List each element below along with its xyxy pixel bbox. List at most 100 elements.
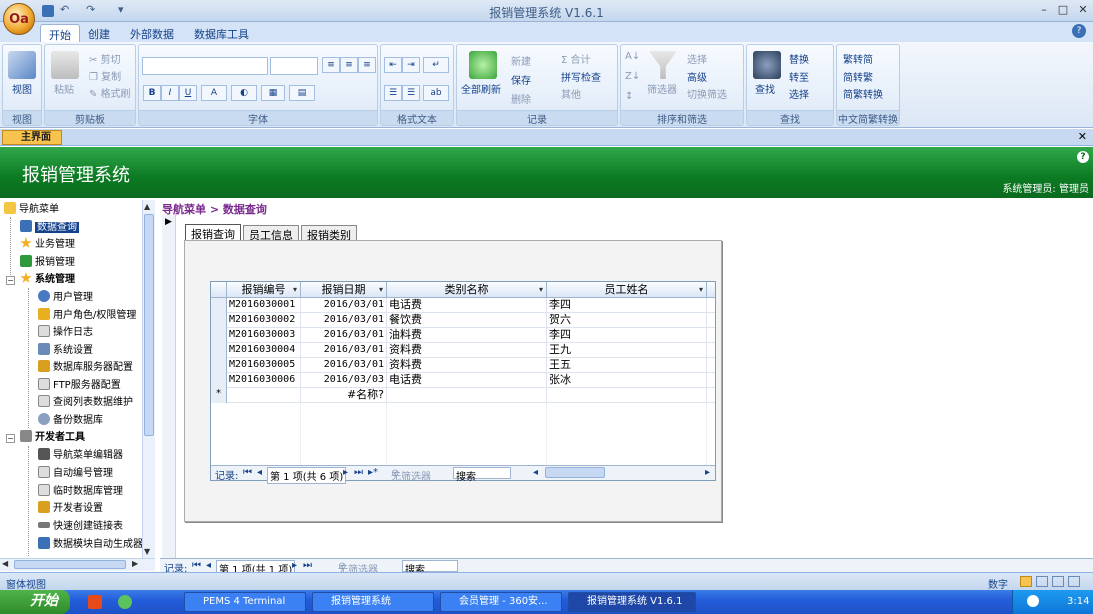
nav-item-lookup-lists[interactable]: 查阅列表数据维护 <box>38 395 133 411</box>
nav-item-db-server[interactable]: 数据库服务器配置 <box>38 360 133 376</box>
cell-id[interactable]: M2016030002 <box>227 313 301 328</box>
grid-search-input[interactable]: 搜索 <box>453 467 511 483</box>
fill-color-button[interactable]: ◐ <box>231 85 257 101</box>
to-traditional-button[interactable]: 简转繁 <box>843 69 873 84</box>
cut-button[interactable]: ✂ 剪切 <box>89 51 121 66</box>
cell-date[interactable]: 2016/03/03 <box>301 373 387 388</box>
outer-search-input[interactable]: 搜索 <box>402 560 458 576</box>
nav-item-users[interactable]: 用户管理 <box>38 290 93 306</box>
first-record-icon[interactable]: ⏮ <box>243 467 252 478</box>
row-selector[interactable] <box>211 373 227 388</box>
align-right-button[interactable]: ≡ <box>358 57 376 73</box>
last-record-icon[interactable]: ⏭ <box>354 467 363 478</box>
cell-category[interactable]: 资料费 <box>387 343 547 358</box>
cell-category[interactable]: 资料费 <box>387 358 547 373</box>
expand-system-icon[interactable]: − <box>6 276 15 285</box>
cell-employee[interactable]: 李四 <box>547 298 707 313</box>
nav-root[interactable]: 导航菜单 <box>4 202 59 218</box>
column-dropdown-icon[interactable]: ▾ <box>379 282 383 297</box>
redo-icon[interactable]: ↷ <box>86 3 95 19</box>
close-document-icon[interactable]: ✕ <box>1078 130 1087 143</box>
indent-increase-button[interactable]: ⇥ <box>402 57 420 73</box>
record-position[interactable]: 第 1 项(共 6 项) <box>267 467 347 484</box>
quicklaunch-360-icon[interactable] <box>118 595 132 609</box>
design-view-icon[interactable] <box>1068 576 1080 587</box>
column-header-date[interactable]: 报销日期 ▾ <box>301 282 387 298</box>
nav-group-devtools[interactable]: 开发者工具 <box>20 430 85 446</box>
cell-employee[interactable]: 王五 <box>547 358 707 373</box>
scroll-left-icon[interactable]: ◀ <box>2 559 8 568</box>
filter-icon[interactable] <box>649 51 677 79</box>
tray-ime-icon[interactable] <box>1027 595 1039 607</box>
nav-hscroll-thumb[interactable] <box>14 560 126 569</box>
cell-id[interactable]: M2016030005 <box>227 358 301 373</box>
outer-last-record-icon[interactable]: ⏭ <box>303 560 312 571</box>
nav-horizontal-scrollbar[interactable]: ◀ ▶ <box>0 558 155 571</box>
nav-scroll-thumb[interactable] <box>144 214 154 436</box>
italic-button[interactable]: I <box>161 85 179 101</box>
bold-button[interactable]: B <box>143 85 161 101</box>
datasheet-grid[interactable]: 报销编号 ▾ 报销日期 ▾ 类别名称 ▾ 员工姓名 ▾ M2016030001 2016… <box>210 281 716 481</box>
hscroll-left-icon[interactable]: ◂ <box>533 467 538 478</box>
cell-employee[interactable]: 贺六 <box>547 313 707 328</box>
layout-view-icon[interactable] <box>1052 576 1064 587</box>
outer-next-record-icon[interactable]: ▸ <box>292 560 297 571</box>
nav-item-business[interactable]: 业务管理 <box>20 237 75 253</box>
goto-button[interactable]: 转至 <box>789 69 809 84</box>
banner-help-icon[interactable]: ? <box>1077 151 1089 163</box>
font-name-combo[interactable] <box>142 57 268 75</box>
column-dropdown-icon[interactable]: ▾ <box>699 282 703 297</box>
rtl-button[interactable]: ↵ <box>423 57 449 73</box>
font-size-combo[interactable] <box>270 57 318 75</box>
cell-id[interactable]: M2016030004 <box>227 343 301 358</box>
nav-item-logs[interactable]: 操作日志 <box>38 325 93 341</box>
font-color-button[interactable]: A <box>201 85 227 101</box>
align-left-button[interactable]: ≡ <box>322 57 340 73</box>
nav-item-temp-db[interactable]: 临时数据库管理 <box>38 484 123 500</box>
next-record-icon[interactable]: ▸ <box>343 467 348 478</box>
sort-desc-icon[interactable]: Z↓ <box>625 71 640 82</box>
more-button[interactable]: 其他 <box>561 86 581 101</box>
column-header-employee[interactable]: 员工姓名 ▾ <box>547 282 707 298</box>
sort-asc-icon[interactable]: A↓ <box>625 51 640 62</box>
refresh-all-button[interactable]: 全部刷新 <box>461 81 501 96</box>
grid-hscroll-thumb[interactable] <box>545 467 605 478</box>
office-button[interactable]: Oa <box>3 3 35 35</box>
paste-icon[interactable] <box>51 51 79 79</box>
filter-button[interactable]: 筛选器 <box>647 81 677 96</box>
table-row[interactable]: M2016030001 2016/03/01 电话费 李四 <box>211 298 715 313</box>
cell-date[interactable]: 2016/03/01 <box>301 328 387 343</box>
refresh-icon[interactable] <box>469 51 497 79</box>
new-record-icon[interactable]: ▸* <box>368 467 378 478</box>
nav-item-expense[interactable]: 报销管理 <box>20 255 75 271</box>
close-button[interactable]: ✕ <box>1075 3 1091 17</box>
save-icon[interactable] <box>42 5 54 17</box>
form-record-selector[interactable]: ▶ <box>162 215 176 558</box>
indent-decrease-button[interactable]: ⇤ <box>384 57 402 73</box>
row-selector[interactable] <box>211 313 227 328</box>
cell-category[interactable]: 电话费 <box>387 298 547 313</box>
row-selector[interactable] <box>211 343 227 358</box>
scroll-up-icon[interactable]: ▲ <box>144 202 150 211</box>
new-row-marker[interactable]: * <box>211 388 227 403</box>
select-button[interactable]: 选择 <box>789 86 809 101</box>
table-row[interactable]: M2016030006 2016/03/03 电话费 张冰 <box>211 373 715 388</box>
column-dropdown-icon[interactable]: ▾ <box>293 282 297 297</box>
new-record-button[interactable]: 新建 <box>511 53 531 68</box>
table-row[interactable]: M2016030002 2016/03/01 餐饮费 贺六 <box>211 313 715 328</box>
numbered-list-button[interactable]: ☰ <box>384 85 402 101</box>
form-view-icon[interactable] <box>1020 576 1032 587</box>
cell-category[interactable]: 餐饮费 <box>387 313 547 328</box>
copy-button[interactable]: ❐ 复制 <box>89 68 121 83</box>
chinese-convert-button[interactable]: 简繁转换 <box>843 86 883 101</box>
cell-id[interactable] <box>227 388 301 403</box>
paste-button[interactable]: 粘贴 <box>54 81 74 96</box>
cell-category[interactable]: 油料费 <box>387 328 547 343</box>
outer-prev-record-icon[interactable]: ◂ <box>206 560 211 571</box>
column-header-id[interactable]: 报销编号 ▾ <box>227 282 301 298</box>
cell-employee[interactable]: 王九 <box>547 343 707 358</box>
view-icon[interactable] <box>8 51 36 79</box>
cell-employee[interactable]: 李四 <box>547 328 707 343</box>
nav-item-backup[interactable]: 备份数据库 <box>38 413 103 429</box>
prev-record-icon[interactable]: ◂ <box>257 467 262 478</box>
